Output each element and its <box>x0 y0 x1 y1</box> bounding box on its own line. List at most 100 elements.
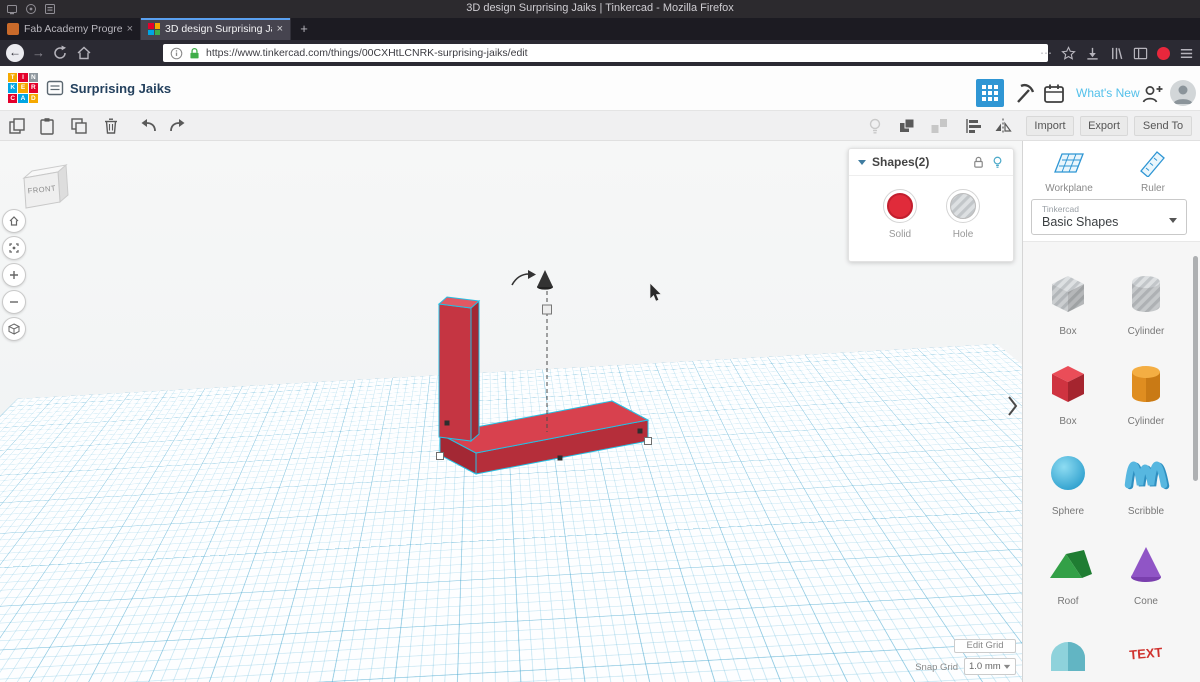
export-button[interactable]: Export <box>1080 116 1128 136</box>
shapes-sidebar: Workplane Ruler Tinkercad Basic Shapes B… <box>1022 141 1200 682</box>
scale-handle-black[interactable] <box>557 455 563 461</box>
hole-striped-circle <box>950 193 976 219</box>
svg-text:TEXT: TEXT <box>1129 645 1163 663</box>
tab-fab-academy[interactable]: Fab Academy Progress D × <box>0 18 141 40</box>
ruler-tool-button[interactable]: Ruler <box>1117 147 1189 194</box>
bookmark-star-icon[interactable] <box>1061 45 1076 61</box>
corner-handle-white[interactable] <box>644 437 652 445</box>
tab-label: Fab Academy Progress D <box>24 23 122 35</box>
copy-icon[interactable] <box>8 117 26 135</box>
paste-icon[interactable] <box>38 117 56 135</box>
corner-handle-white[interactable] <box>436 452 444 460</box>
tab-close-icon[interactable]: × <box>127 23 133 35</box>
shape-sphere[interactable]: Sphere <box>1033 447 1103 517</box>
shapes-panel-title: Shapes(2) <box>872 155 930 169</box>
sphere-icon <box>1051 456 1085 490</box>
solid-color-swatch[interactable] <box>883 189 917 223</box>
user-avatar[interactable] <box>1170 80 1196 106</box>
hole-swatch[interactable] <box>946 189 980 223</box>
shape-box-red[interactable]: Box <box>1033 357 1103 427</box>
fit-view-button[interactable] <box>2 236 26 260</box>
home-icon[interactable] <box>76 45 92 61</box>
page-info-icon[interactable] <box>170 47 183 60</box>
delete-trash-icon[interactable] <box>102 117 120 135</box>
shape-cone[interactable]: Cone <box>1111 537 1181 607</box>
tinkercad-logo[interactable]: TIN KER CAD <box>8 73 38 103</box>
design-title[interactable]: Surprising Jaiks <box>70 81 171 96</box>
redo-icon[interactable] <box>168 117 186 135</box>
sidebar-collapse-chevron[interactable] <box>1008 396 1018 416</box>
library-icon[interactable] <box>1109 46 1124 61</box>
send-to-button[interactable]: Send To <box>1134 116 1192 136</box>
invite-person-icon[interactable] <box>1140 82 1164 106</box>
edit-toolbar: Import Export Send To <box>0 111 1200 141</box>
application-window: 3D design Surprising Jaiks | Tinkercad -… <box>0 0 1200 682</box>
new-tab-button[interactable]: + <box>291 18 317 40</box>
calendar-icon[interactable] <box>1042 82 1066 106</box>
url-text: https://www.tinkercad.com/things/00CXHtL… <box>206 47 528 59</box>
back-button[interactable]: ← <box>6 44 24 62</box>
ungroup-icon[interactable] <box>930 117 948 135</box>
mirror-flip-icon[interactable] <box>994 117 1012 135</box>
hole-label: Hole <box>952 229 974 240</box>
shape-round-roof[interactable] <box>1033 627 1103 682</box>
shape-grid-toggle-button[interactable] <box>976 79 1004 107</box>
home-view-button[interactable] <box>2 209 26 233</box>
3d-viewport[interactable]: FRONT Shapes(2) Solid Hole Edit Grid Sna… <box>0 141 1022 682</box>
shape-category-dropdown[interactable]: Tinkercad Basic Shapes <box>1031 199 1187 235</box>
scale-handle-black[interactable] <box>444 420 450 426</box>
tab-tinkercad-active[interactable]: 3D design Surprising Jai × <box>141 18 291 40</box>
zoom-in-button[interactable] <box>2 263 26 287</box>
downloads-icon[interactable] <box>1085 46 1100 61</box>
tools-pickaxe-icon[interactable] <box>1012 82 1036 106</box>
lock-icon[interactable] <box>972 155 985 169</box>
extension-badge-icon[interactable] <box>1157 46 1170 60</box>
reload-icon[interactable] <box>52 45 68 61</box>
perspective-toggle-button[interactable] <box>2 317 26 341</box>
move-cone-handle[interactable] <box>537 270 553 287</box>
duplicate-icon[interactable] <box>70 117 88 135</box>
shape-gallery: Box Cylinder Box Cylinder Sphere Scribbl… <box>1023 241 1200 682</box>
forward-button[interactable]: → <box>32 45 45 60</box>
align-icon[interactable] <box>964 117 982 135</box>
text-shape-icon: TEXT <box>1129 645 1163 663</box>
browser-toolbar: ← → https://www.tinkercad.com/things/00C… <box>0 40 1200 66</box>
rotate-arrow-head <box>528 270 536 279</box>
dropdown-caret-icon <box>1003 664 1011 672</box>
url-bar[interactable]: https://www.tinkercad.com/things/00CXHtL… <box>163 44 1048 62</box>
whats-new-link[interactable]: What's New <box>1076 86 1140 100</box>
shape-cylinder-striped[interactable]: Cylinder <box>1111 267 1181 337</box>
rotate-arrow-icon[interactable] <box>511 273 530 286</box>
edit-grid-button[interactable]: Edit Grid <box>954 639 1016 653</box>
zoom-out-button[interactable] <box>2 290 26 314</box>
scale-handle-black[interactable] <box>637 428 643 434</box>
shape-roof[interactable]: Roof <box>1033 537 1103 607</box>
shape-box-striped[interactable]: Box <box>1033 267 1103 337</box>
menu-hamburger-icon[interactable] <box>1179 46 1194 61</box>
collapse-caret-icon[interactable] <box>858 159 866 169</box>
show-all-lightbulb-icon[interactable] <box>866 117 884 135</box>
my-designs-icon[interactable] <box>46 79 64 97</box>
workplane-tool-button[interactable]: Workplane <box>1033 147 1105 194</box>
tab-close-icon[interactable]: × <box>277 23 283 35</box>
system-title-bar: 3D design Surprising Jaiks | Tinkercad -… <box>0 0 1200 18</box>
shape-text[interactable]: TEXT <box>1111 627 1181 682</box>
height-handle[interactable] <box>542 304 552 315</box>
shape-scribble[interactable]: Scribble <box>1111 447 1181 517</box>
shape-cylinder-orange[interactable]: Cylinder <box>1111 357 1181 427</box>
solid-label: Solid <box>888 229 912 240</box>
page-actions-icon[interactable]: ⋯ <box>1040 45 1052 61</box>
sidebars-icon[interactable] <box>1133 46 1148 61</box>
undo-icon[interactable] <box>140 117 158 135</box>
tinkercad-header: TIN KER CAD Surprising Jaiks What's New <box>0 66 1200 111</box>
gallery-scrollbar[interactable] <box>1193 256 1198 481</box>
tallbox-front-face[interactable] <box>438 303 472 442</box>
snap-grid-dropdown[interactable]: 1.0 mm <box>964 658 1016 675</box>
view-cube[interactable]: FRONT <box>16 158 72 214</box>
tallbox-right-face[interactable] <box>470 299 480 443</box>
import-button[interactable]: Import <box>1026 116 1074 136</box>
group-icon[interactable] <box>898 117 916 135</box>
dropdown-value: Basic Shapes <box>1042 215 1119 229</box>
visibility-lightbulb-icon[interactable] <box>991 155 1004 169</box>
https-lock-icon[interactable] <box>188 47 201 60</box>
